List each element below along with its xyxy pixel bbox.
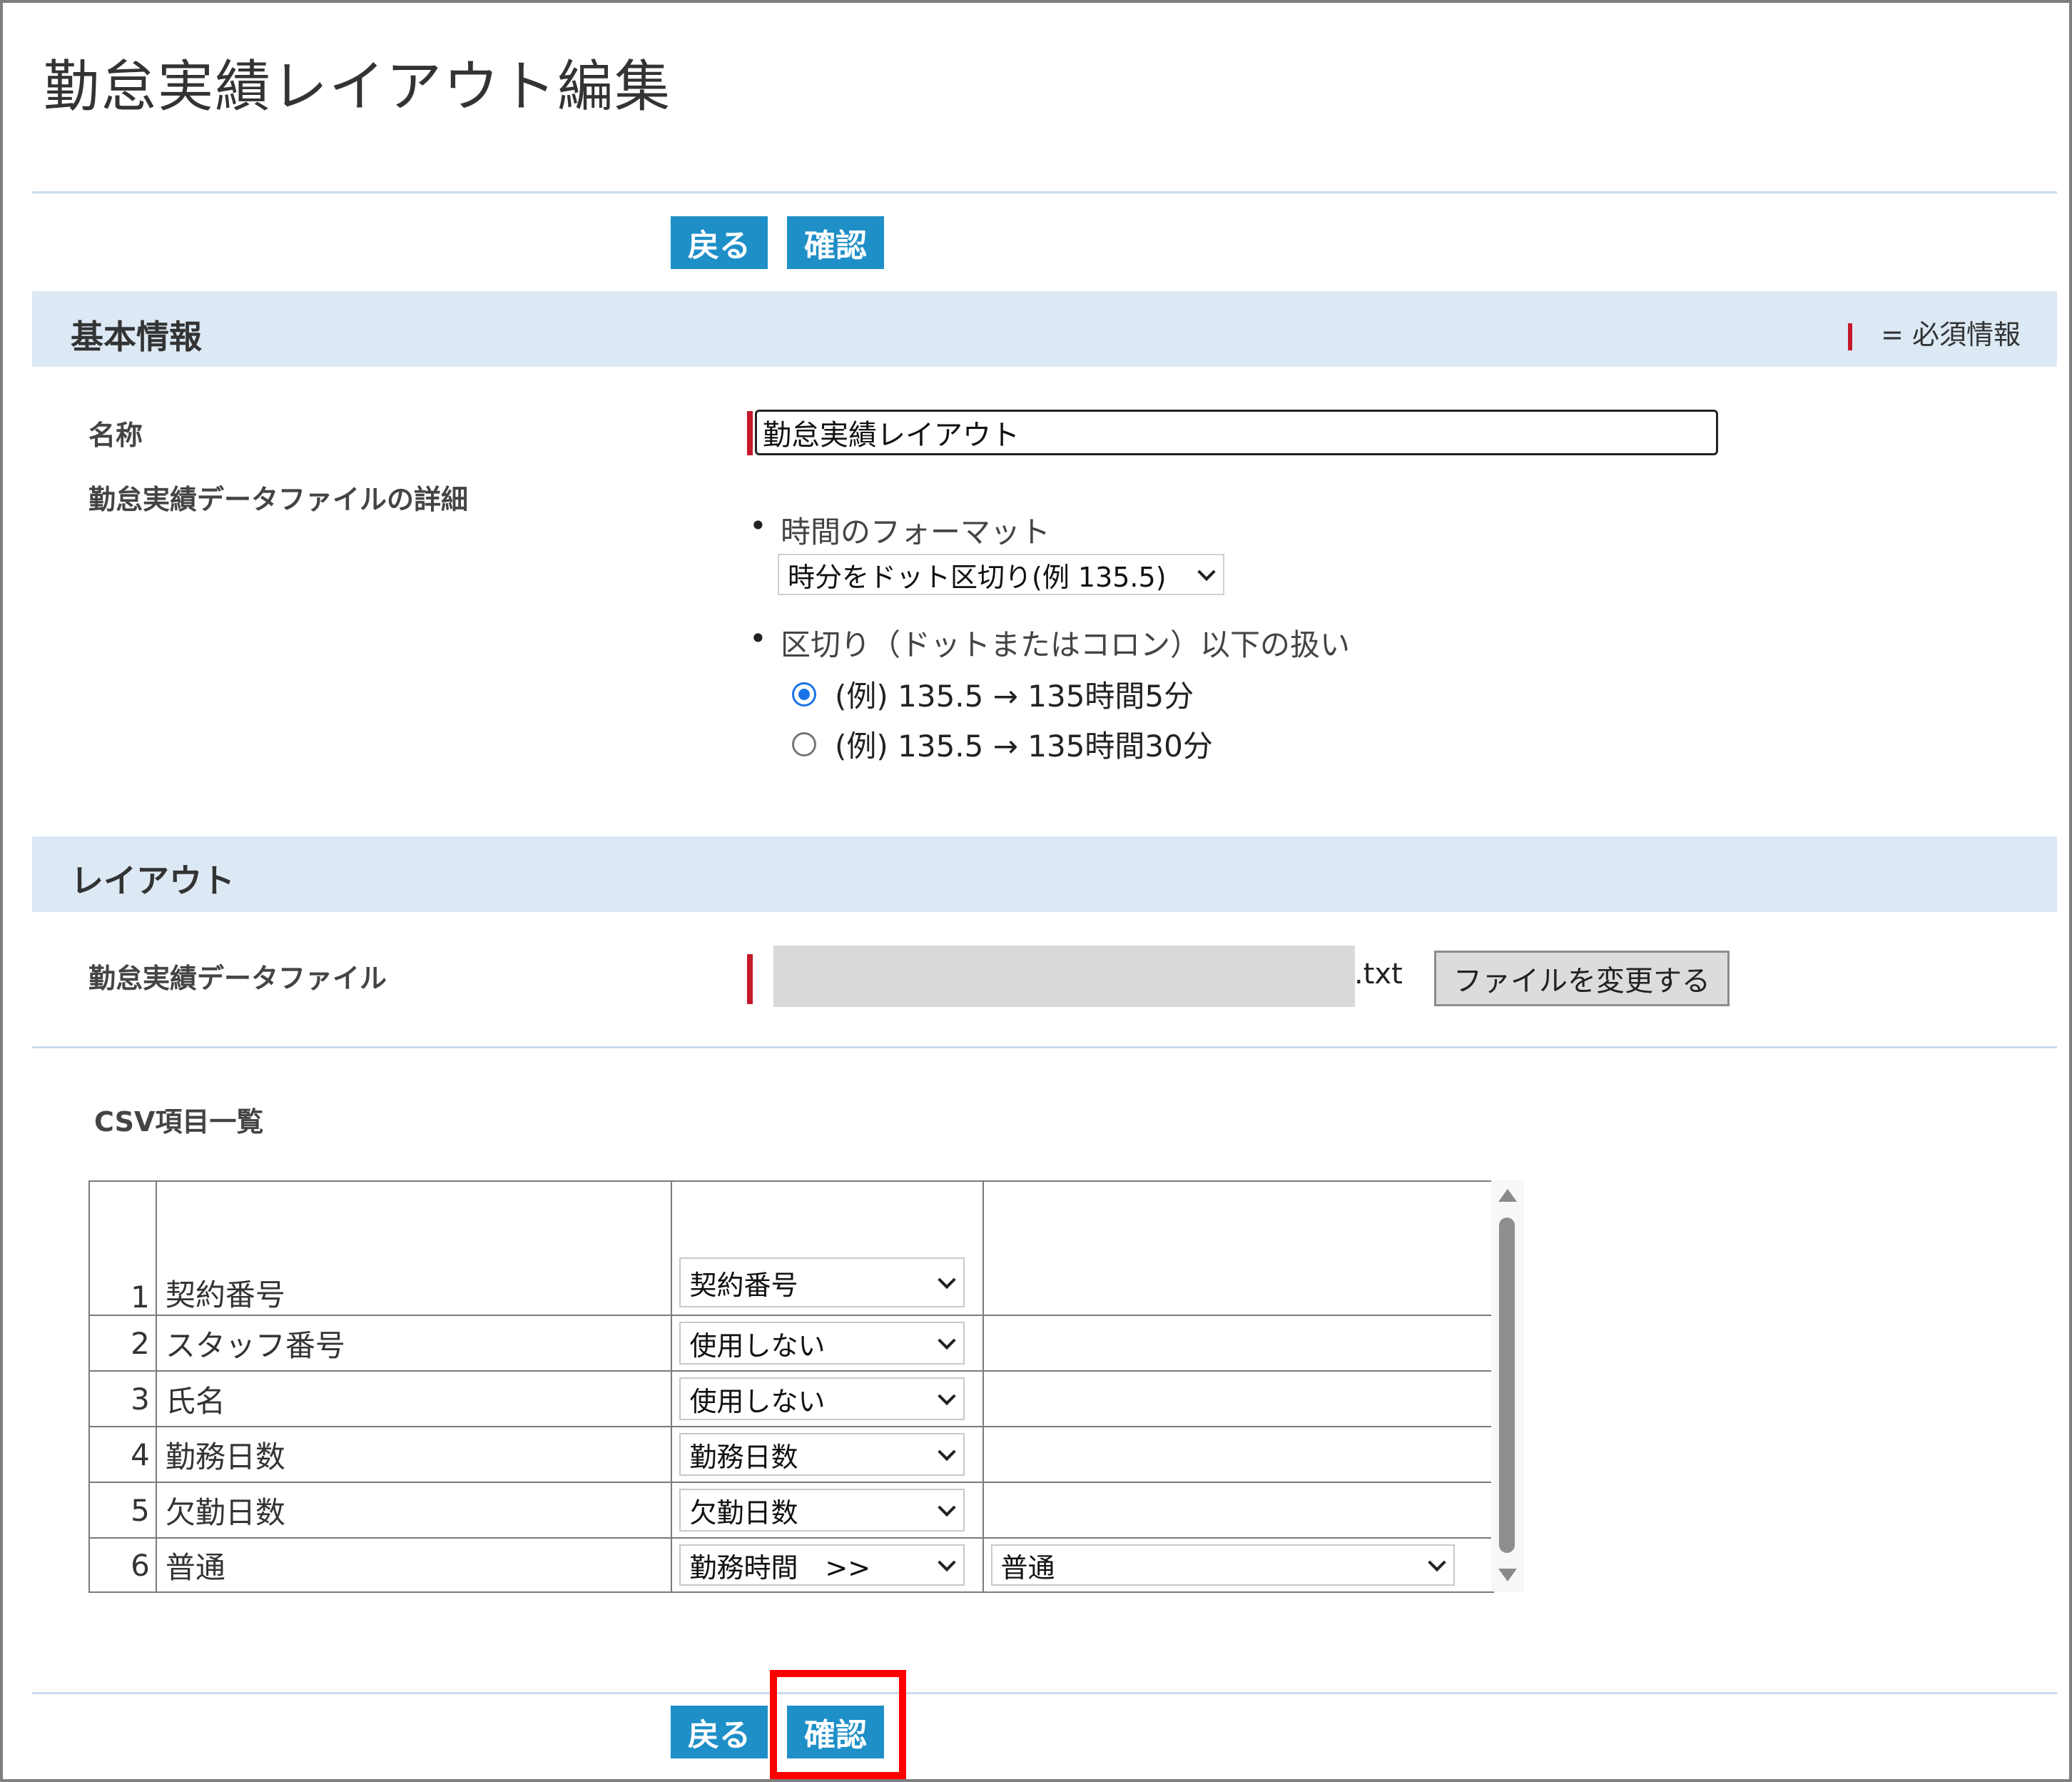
mapping-cell: 欠勤日数 (671, 1482, 984, 1539)
scroll-down-arrow-icon[interactable] (1498, 1569, 1517, 1581)
time-format-label: 時間のフォーマット (749, 508, 1050, 552)
confirm-highlight-annotation (770, 1670, 906, 1779)
mapping-value: 勤務日数 (689, 1441, 798, 1473)
radio-option-1-label: (例) 135.5 → 135時間5分 (835, 679, 1194, 714)
table-scrollbar[interactable] (1491, 1180, 1524, 1591)
time-format-selected: 時分をドット区切り(例 135.5) (788, 561, 1167, 593)
file-required-marker-icon (747, 954, 753, 1004)
mapping-cell: 勤務日数 (671, 1426, 984, 1483)
sub-cell (982, 1315, 1495, 1372)
mapping-cell: 使用しない (671, 1370, 984, 1427)
mapping-select[interactable]: 使用しない (679, 1377, 965, 1420)
row-name: 勤務日数 (155, 1426, 673, 1483)
chevron-down-icon (1427, 1553, 1446, 1572)
row-number: 3 (88, 1370, 157, 1427)
scroll-up-arrow-icon[interactable] (1498, 1189, 1517, 1202)
csv-table-container: 1 契約番号 契約番号 2 スタッフ番号 使用しない 3 氏名 使用しない 4 … (88, 1180, 1524, 1593)
mapping-cell: 使用しない (671, 1315, 984, 1372)
file-name-field (773, 946, 1355, 1007)
sub-cell: 普通 (982, 1537, 1495, 1593)
csv-list-title: CSV項目一覧 (94, 1106, 264, 1138)
radio-option-2[interactable] (792, 732, 816, 756)
name-required-marker-icon (747, 411, 753, 455)
mapping-value: 使用しない (689, 1330, 826, 1362)
row-number: 4 (88, 1426, 157, 1483)
chevron-down-icon (938, 1331, 957, 1350)
table-row: 1 契約番号 契約番号 (88, 1180, 1523, 1316)
top-confirm-button[interactable]: 確認 (787, 216, 884, 269)
row-number: 2 (88, 1315, 157, 1372)
mapping-select[interactable]: 欠勤日数 (679, 1489, 965, 1532)
name-label: 名称 (88, 420, 143, 451)
radio-option-1[interactable] (792, 682, 816, 707)
chevron-down-icon (938, 1553, 957, 1572)
delimiter-label: 区切り（ドットまたはコロン）以下の扱い (749, 621, 1350, 664)
basic-info-heading: 基本情報 (71, 318, 202, 356)
mapping-value: 使用しない (689, 1385, 826, 1417)
layout-header: レイアウト (32, 836, 2057, 912)
file-extension: .txt (1354, 958, 1403, 991)
table-row: 3 氏名 使用しない (88, 1370, 1523, 1427)
table-row: 2 スタッフ番号 使用しない (88, 1315, 1523, 1372)
layout-heading: レイアウト (71, 861, 235, 900)
time-format-select[interactable]: 時分をドット区切り(例 135.5) (778, 554, 1224, 595)
scroll-thumb[interactable] (1499, 1217, 1515, 1553)
mapping-cell: 契約番号 (671, 1180, 984, 1316)
row-number: 1 (88, 1180, 157, 1316)
file-detail-label: 勤怠実績データファイルの詳細 (88, 484, 469, 515)
row-name: 契約番号 (155, 1180, 673, 1316)
bottom-back-button[interactable]: 戻る (671, 1706, 768, 1758)
sub-cell (982, 1482, 1495, 1539)
row-name: 氏名 (155, 1370, 673, 1427)
change-file-button[interactable]: ファイルを変更する (1434, 951, 1730, 1006)
row-number: 6 (88, 1537, 157, 1593)
footer-divider (32, 1692, 2057, 1694)
mapping-value: 勤務時間 >> (689, 1551, 871, 1584)
radio-option-2-label: (例) 135.5 → 135時間30分 (835, 729, 1213, 764)
top-back-button[interactable]: 戻る (671, 216, 768, 269)
row-name: スタッフ番号 (155, 1315, 673, 1372)
mapping-value: 契約番号 (689, 1269, 798, 1301)
mapping-select[interactable]: 使用しない (679, 1322, 965, 1365)
mapping-value: 欠勤日数 (689, 1497, 798, 1529)
sub-cell (982, 1370, 1495, 1427)
section-divider (32, 1046, 2057, 1048)
required-legend-text: = 必須情報 (1881, 319, 2021, 350)
basic-info-header: 基本情報 = 必須情報 (32, 291, 2057, 367)
row-name: 欠勤日数 (155, 1482, 673, 1539)
required-marker-icon (1848, 323, 1852, 350)
data-file-label: 勤怠実績データファイル (88, 963, 387, 994)
mapping-cell: 勤務時間 >> (671, 1537, 984, 1593)
chevron-down-icon (1197, 562, 1216, 582)
required-legend: = 必須情報 (1848, 313, 2021, 352)
table-row: 6 普通 勤務時間 >> 普通 (88, 1537, 1523, 1593)
table-row: 5 欠勤日数 欠勤日数 (88, 1482, 1523, 1539)
chevron-down-icon (938, 1270, 957, 1290)
table-row: 4 勤務日数 勤務日数 (88, 1426, 1523, 1483)
mapping-select[interactable]: 勤務日数 (679, 1433, 965, 1476)
name-input[interactable] (755, 410, 1718, 455)
chevron-down-icon (938, 1387, 957, 1406)
row-number: 5 (88, 1482, 157, 1539)
csv-table: 1 契約番号 契約番号 2 スタッフ番号 使用しない 3 氏名 使用しない 4 … (88, 1180, 1524, 1593)
chevron-down-icon (938, 1442, 957, 1462)
sub-value: 普通 (1000, 1551, 1055, 1584)
sub-cell (982, 1426, 1495, 1483)
sub-cell (982, 1180, 1495, 1316)
chevron-down-icon (938, 1498, 957, 1517)
row-name: 普通 (155, 1537, 673, 1593)
page-title: 勤怠実績レイアウト編集 (44, 55, 672, 119)
sub-select[interactable]: 普通 (990, 1544, 1455, 1586)
mapping-select[interactable]: 勤務時間 >> (679, 1544, 965, 1586)
window-frame: 勤怠実績レイアウト編集 戻る 確認 基本情報 = 必須情報 名称 勤怠実績データ… (0, 0, 2072, 1782)
mapping-select[interactable]: 契約番号 (679, 1257, 965, 1307)
